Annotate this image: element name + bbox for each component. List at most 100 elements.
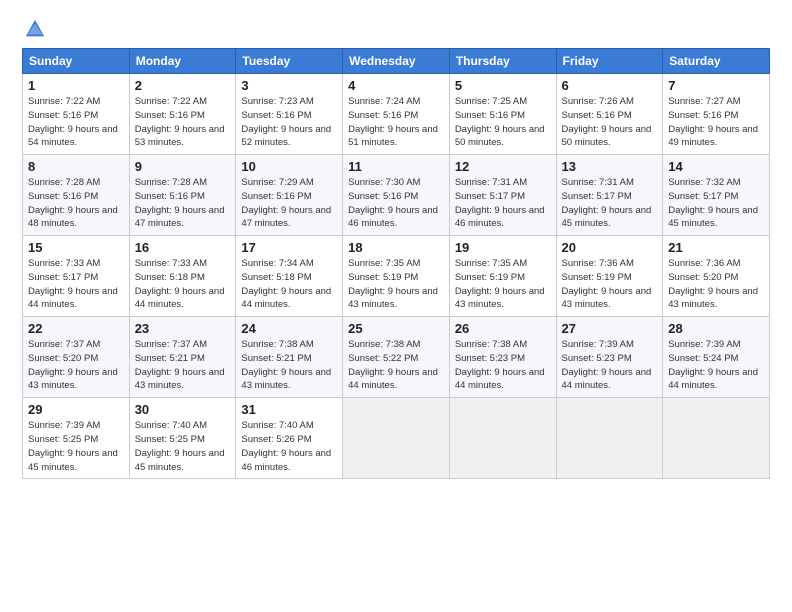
weekday-header-row: SundayMondayTuesdayWednesdayThursdayFrid… bbox=[23, 49, 770, 74]
day-number: 30 bbox=[135, 402, 231, 417]
calendar-cell: 11 Sunrise: 7:30 AM Sunset: 5:16 PM Dayl… bbox=[343, 155, 450, 236]
calendar-cell: 26 Sunrise: 7:38 AM Sunset: 5:23 PM Dayl… bbox=[449, 317, 556, 398]
day-info: Sunrise: 7:37 AM Sunset: 5:21 PM Dayligh… bbox=[135, 338, 231, 393]
header bbox=[22, 18, 770, 40]
logo bbox=[22, 18, 46, 40]
day-info: Sunrise: 7:28 AM Sunset: 5:16 PM Dayligh… bbox=[28, 176, 124, 231]
calendar-cell: 25 Sunrise: 7:38 AM Sunset: 5:22 PM Dayl… bbox=[343, 317, 450, 398]
calendar-cell: 28 Sunrise: 7:39 AM Sunset: 5:24 PM Dayl… bbox=[663, 317, 770, 398]
calendar-cell: 15 Sunrise: 7:33 AM Sunset: 5:17 PM Dayl… bbox=[23, 236, 130, 317]
calendar-week-4: 22 Sunrise: 7:37 AM Sunset: 5:20 PM Dayl… bbox=[23, 317, 770, 398]
day-info: Sunrise: 7:23 AM Sunset: 5:16 PM Dayligh… bbox=[241, 95, 337, 150]
day-number: 18 bbox=[348, 240, 444, 255]
day-info: Sunrise: 7:38 AM Sunset: 5:23 PM Dayligh… bbox=[455, 338, 551, 393]
weekday-header-thursday: Thursday bbox=[449, 49, 556, 74]
weekday-header-saturday: Saturday bbox=[663, 49, 770, 74]
day-info: Sunrise: 7:40 AM Sunset: 5:26 PM Dayligh… bbox=[241, 419, 337, 474]
day-number: 9 bbox=[135, 159, 231, 174]
calendar-cell: 31 Sunrise: 7:40 AM Sunset: 5:26 PM Dayl… bbox=[236, 398, 343, 479]
day-info: Sunrise: 7:31 AM Sunset: 5:17 PM Dayligh… bbox=[455, 176, 551, 231]
calendar-cell: 29 Sunrise: 7:39 AM Sunset: 5:25 PM Dayl… bbox=[23, 398, 130, 479]
calendar-cell: 1 Sunrise: 7:22 AM Sunset: 5:16 PM Dayli… bbox=[23, 74, 130, 155]
calendar-cell: 30 Sunrise: 7:40 AM Sunset: 5:25 PM Dayl… bbox=[129, 398, 236, 479]
day-number: 21 bbox=[668, 240, 764, 255]
calendar-cell bbox=[343, 398, 450, 479]
day-info: Sunrise: 7:33 AM Sunset: 5:18 PM Dayligh… bbox=[135, 257, 231, 312]
day-info: Sunrise: 7:36 AM Sunset: 5:20 PM Dayligh… bbox=[668, 257, 764, 312]
calendar-cell: 8 Sunrise: 7:28 AM Sunset: 5:16 PM Dayli… bbox=[23, 155, 130, 236]
day-number: 15 bbox=[28, 240, 124, 255]
day-number: 25 bbox=[348, 321, 444, 336]
calendar-cell: 2 Sunrise: 7:22 AM Sunset: 5:16 PM Dayli… bbox=[129, 74, 236, 155]
weekday-header-monday: Monday bbox=[129, 49, 236, 74]
day-info: Sunrise: 7:39 AM Sunset: 5:25 PM Dayligh… bbox=[28, 419, 124, 474]
day-number: 12 bbox=[455, 159, 551, 174]
day-number: 16 bbox=[135, 240, 231, 255]
day-number: 28 bbox=[668, 321, 764, 336]
calendar-cell: 5 Sunrise: 7:25 AM Sunset: 5:16 PM Dayli… bbox=[449, 74, 556, 155]
day-number: 17 bbox=[241, 240, 337, 255]
day-number: 14 bbox=[668, 159, 764, 174]
day-info: Sunrise: 7:37 AM Sunset: 5:20 PM Dayligh… bbox=[28, 338, 124, 393]
day-number: 6 bbox=[562, 78, 658, 93]
calendar-cell: 20 Sunrise: 7:36 AM Sunset: 5:19 PM Dayl… bbox=[556, 236, 663, 317]
calendar-cell bbox=[663, 398, 770, 479]
calendar-cell: 22 Sunrise: 7:37 AM Sunset: 5:20 PM Dayl… bbox=[23, 317, 130, 398]
weekday-header-wednesday: Wednesday bbox=[343, 49, 450, 74]
day-info: Sunrise: 7:29 AM Sunset: 5:16 PM Dayligh… bbox=[241, 176, 337, 231]
weekday-header-sunday: Sunday bbox=[23, 49, 130, 74]
day-info: Sunrise: 7:27 AM Sunset: 5:16 PM Dayligh… bbox=[668, 95, 764, 150]
day-number: 11 bbox=[348, 159, 444, 174]
calendar-week-3: 15 Sunrise: 7:33 AM Sunset: 5:17 PM Dayl… bbox=[23, 236, 770, 317]
day-number: 24 bbox=[241, 321, 337, 336]
calendar-cell bbox=[449, 398, 556, 479]
day-number: 13 bbox=[562, 159, 658, 174]
day-number: 10 bbox=[241, 159, 337, 174]
day-info: Sunrise: 7:35 AM Sunset: 5:19 PM Dayligh… bbox=[455, 257, 551, 312]
day-info: Sunrise: 7:38 AM Sunset: 5:22 PM Dayligh… bbox=[348, 338, 444, 393]
day-number: 29 bbox=[28, 402, 124, 417]
day-info: Sunrise: 7:30 AM Sunset: 5:16 PM Dayligh… bbox=[348, 176, 444, 231]
day-info: Sunrise: 7:38 AM Sunset: 5:21 PM Dayligh… bbox=[241, 338, 337, 393]
day-number: 31 bbox=[241, 402, 337, 417]
calendar-cell: 6 Sunrise: 7:26 AM Sunset: 5:16 PM Dayli… bbox=[556, 74, 663, 155]
day-info: Sunrise: 7:22 AM Sunset: 5:16 PM Dayligh… bbox=[28, 95, 124, 150]
day-info: Sunrise: 7:34 AM Sunset: 5:18 PM Dayligh… bbox=[241, 257, 337, 312]
day-number: 27 bbox=[562, 321, 658, 336]
calendar-cell: 9 Sunrise: 7:28 AM Sunset: 5:16 PM Dayli… bbox=[129, 155, 236, 236]
calendar-cell: 10 Sunrise: 7:29 AM Sunset: 5:16 PM Dayl… bbox=[236, 155, 343, 236]
day-number: 23 bbox=[135, 321, 231, 336]
day-info: Sunrise: 7:40 AM Sunset: 5:25 PM Dayligh… bbox=[135, 419, 231, 474]
calendar-page: SundayMondayTuesdayWednesdayThursdayFrid… bbox=[0, 0, 792, 612]
calendar-week-2: 8 Sunrise: 7:28 AM Sunset: 5:16 PM Dayli… bbox=[23, 155, 770, 236]
day-info: Sunrise: 7:24 AM Sunset: 5:16 PM Dayligh… bbox=[348, 95, 444, 150]
day-info: Sunrise: 7:39 AM Sunset: 5:24 PM Dayligh… bbox=[668, 338, 764, 393]
calendar-cell: 17 Sunrise: 7:34 AM Sunset: 5:18 PM Dayl… bbox=[236, 236, 343, 317]
calendar-cell bbox=[556, 398, 663, 479]
day-number: 2 bbox=[135, 78, 231, 93]
day-info: Sunrise: 7:36 AM Sunset: 5:19 PM Dayligh… bbox=[562, 257, 658, 312]
calendar-cell: 19 Sunrise: 7:35 AM Sunset: 5:19 PM Dayl… bbox=[449, 236, 556, 317]
weekday-header-friday: Friday bbox=[556, 49, 663, 74]
calendar-cell: 27 Sunrise: 7:39 AM Sunset: 5:23 PM Dayl… bbox=[556, 317, 663, 398]
weekday-header-tuesday: Tuesday bbox=[236, 49, 343, 74]
day-info: Sunrise: 7:25 AM Sunset: 5:16 PM Dayligh… bbox=[455, 95, 551, 150]
calendar-cell: 12 Sunrise: 7:31 AM Sunset: 5:17 PM Dayl… bbox=[449, 155, 556, 236]
calendar-cell: 7 Sunrise: 7:27 AM Sunset: 5:16 PM Dayli… bbox=[663, 74, 770, 155]
day-number: 3 bbox=[241, 78, 337, 93]
day-number: 20 bbox=[562, 240, 658, 255]
day-info: Sunrise: 7:32 AM Sunset: 5:17 PM Dayligh… bbox=[668, 176, 764, 231]
calendar-cell: 23 Sunrise: 7:37 AM Sunset: 5:21 PM Dayl… bbox=[129, 317, 236, 398]
day-number: 26 bbox=[455, 321, 551, 336]
logo-icon bbox=[24, 18, 46, 40]
day-number: 19 bbox=[455, 240, 551, 255]
calendar-cell: 14 Sunrise: 7:32 AM Sunset: 5:17 PM Dayl… bbox=[663, 155, 770, 236]
calendar-cell: 21 Sunrise: 7:36 AM Sunset: 5:20 PM Dayl… bbox=[663, 236, 770, 317]
calendar-cell: 16 Sunrise: 7:33 AM Sunset: 5:18 PM Dayl… bbox=[129, 236, 236, 317]
calendar-cell: 13 Sunrise: 7:31 AM Sunset: 5:17 PM Dayl… bbox=[556, 155, 663, 236]
day-info: Sunrise: 7:22 AM Sunset: 5:16 PM Dayligh… bbox=[135, 95, 231, 150]
day-number: 1 bbox=[28, 78, 124, 93]
calendar-week-1: 1 Sunrise: 7:22 AM Sunset: 5:16 PM Dayli… bbox=[23, 74, 770, 155]
day-info: Sunrise: 7:28 AM Sunset: 5:16 PM Dayligh… bbox=[135, 176, 231, 231]
day-number: 8 bbox=[28, 159, 124, 174]
